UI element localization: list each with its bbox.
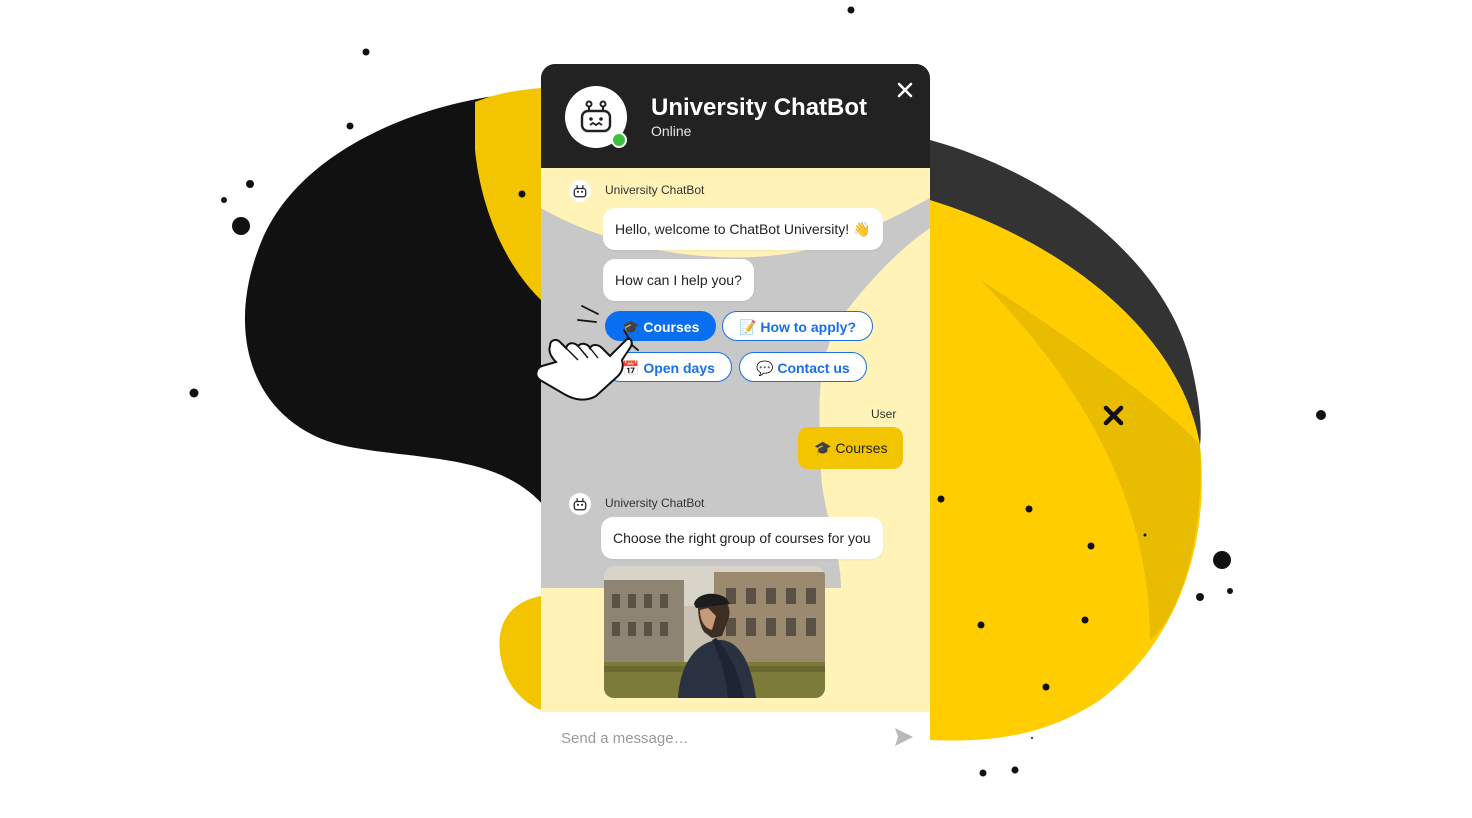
- quick-reply-label: Contact us: [777, 360, 850, 376]
- speech-bubble-icon: 💬: [756, 360, 774, 376]
- send-button[interactable]: [893, 726, 917, 750]
- yellow-bottom-left-blob: [499, 596, 541, 710]
- robot-icon: [580, 100, 612, 133]
- user-message-courses: 🎓 Courses: [798, 427, 904, 469]
- bot-message-help: How can I help you?: [603, 259, 754, 301]
- chat-widget: University ChatBot Online University Cha…: [541, 64, 930, 762]
- memo-icon: 📝: [739, 319, 757, 335]
- quick-reply-label: How to apply?: [760, 319, 856, 335]
- robot-icon: [573, 498, 587, 511]
- close-button[interactable]: [893, 78, 917, 102]
- bot-avatar-small: [569, 180, 591, 202]
- chat-header: University ChatBot Online: [541, 64, 930, 168]
- bot-sender-label: University ChatBot: [605, 183, 705, 197]
- close-icon: [897, 82, 913, 98]
- quick-reply-contact-us[interactable]: 💬 Contact us: [739, 352, 867, 382]
- quick-reply-label: Courses: [643, 319, 700, 335]
- robot-icon: [573, 185, 587, 198]
- chat-messages[interactable]: University ChatBot Hello, welcome to Cha…: [541, 168, 930, 711]
- user-sender-label: User: [871, 407, 897, 421]
- quick-reply-how-to-apply[interactable]: 📝 How to apply?: [722, 311, 873, 341]
- bot-avatar-small: [569, 493, 591, 515]
- chat-status: Online: [651, 123, 692, 139]
- quick-reply-label: Open days: [643, 360, 715, 376]
- message-input[interactable]: [559, 721, 883, 755]
- campus-photo[interactable]: [604, 566, 825, 698]
- pointing-hand-icon: [535, 305, 639, 401]
- message-composer: [541, 711, 930, 762]
- bot-message-greeting: Hello, welcome to ChatBot University! 👋: [603, 208, 883, 250]
- chat-title: University ChatBot: [651, 94, 868, 121]
- online-indicator: [611, 132, 627, 148]
- bot-sender-label: University ChatBot: [605, 496, 705, 510]
- campus-student-image: [604, 566, 825, 698]
- send-icon: [895, 728, 913, 746]
- bot-message-courses: Choose the right group of courses for yo…: [601, 517, 883, 559]
